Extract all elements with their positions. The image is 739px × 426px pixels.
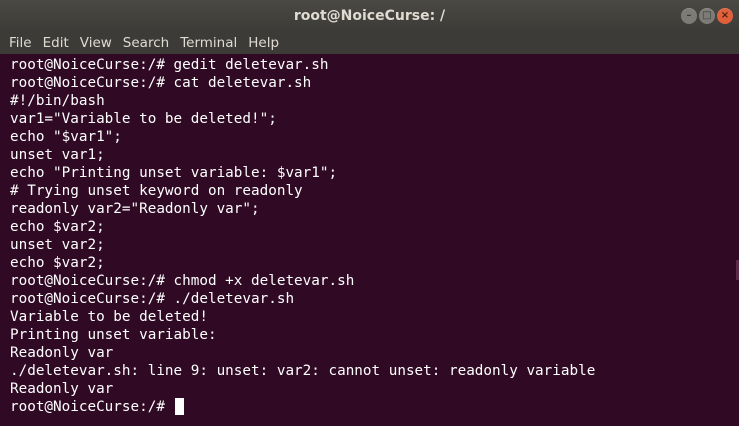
terminal-line: ./deletevar.sh: line 9: unset: var2: can… bbox=[10, 363, 596, 379]
terminal-output[interactable]: root@NoiceCurse:/# gedit deletevar.sh ro… bbox=[0, 54, 739, 426]
terminal-line: #!/bin/bash bbox=[10, 93, 105, 109]
terminal-line: root@NoiceCurse:/# gedit deletevar.sh bbox=[10, 57, 329, 73]
terminal-line: echo "Printing unset variable: $var1"; bbox=[10, 165, 338, 181]
maximize-button[interactable]: □ bbox=[699, 8, 715, 24]
terminal-line: root@NoiceCurse:/# ./deletevar.sh bbox=[10, 291, 295, 307]
menu-view[interactable]: View bbox=[80, 32, 112, 54]
menu-file[interactable]: File bbox=[9, 32, 32, 54]
terminal-line: root@NoiceCurse:/# chmod +x deletevar.sh bbox=[10, 273, 355, 289]
terminal-line: unset var1; bbox=[10, 147, 105, 163]
terminal-line: Variable to be deleted! bbox=[10, 309, 208, 325]
menu-terminal[interactable]: Terminal bbox=[180, 32, 237, 54]
terminal-line: readonly var2="Readonly var"; bbox=[10, 201, 260, 217]
menu-search[interactable]: Search bbox=[123, 32, 169, 54]
terminal-line: echo "$var1"; bbox=[10, 129, 122, 145]
window-controls: – □ × bbox=[681, 8, 733, 24]
terminal-prompt: root@NoiceCurse:/# bbox=[10, 399, 174, 415]
terminal-prompt-line[interactable]: root@NoiceCurse:/# bbox=[10, 398, 739, 416]
menu-bar: File Edit View Search Terminal Help bbox=[0, 32, 739, 54]
terminal-line: echo $var2; bbox=[10, 255, 105, 271]
minimize-icon: – bbox=[686, 10, 692, 21]
terminal-line: echo $var2; bbox=[10, 219, 105, 235]
terminal-line: unset var2; bbox=[10, 237, 105, 253]
menu-edit[interactable]: Edit bbox=[43, 32, 69, 54]
terminal-line: Readonly var bbox=[10, 381, 114, 397]
window-title: root@NoiceCurse: / bbox=[293, 8, 446, 24]
maximize-icon: □ bbox=[702, 10, 712, 21]
menu-help[interactable]: Help bbox=[248, 32, 279, 54]
terminal-window: root@NoiceCurse: / – □ × File Edit View … bbox=[0, 0, 739, 426]
terminal-line: # Trying unset keyword on readonly bbox=[10, 183, 303, 199]
terminal-line: var1="Variable to be deleted!"; bbox=[10, 111, 277, 127]
text-cursor bbox=[174, 398, 184, 415]
terminal-line: Printing unset variable: bbox=[10, 327, 217, 343]
close-button[interactable]: × bbox=[717, 8, 733, 24]
terminal-line: Readonly var bbox=[10, 345, 114, 361]
terminal-line: root@NoiceCurse:/# cat deletevar.sh bbox=[10, 75, 312, 91]
close-icon: × bbox=[720, 10, 730, 21]
minimize-button[interactable]: – bbox=[681, 8, 697, 24]
title-bar[interactable]: root@NoiceCurse: / – □ × bbox=[0, 0, 739, 32]
